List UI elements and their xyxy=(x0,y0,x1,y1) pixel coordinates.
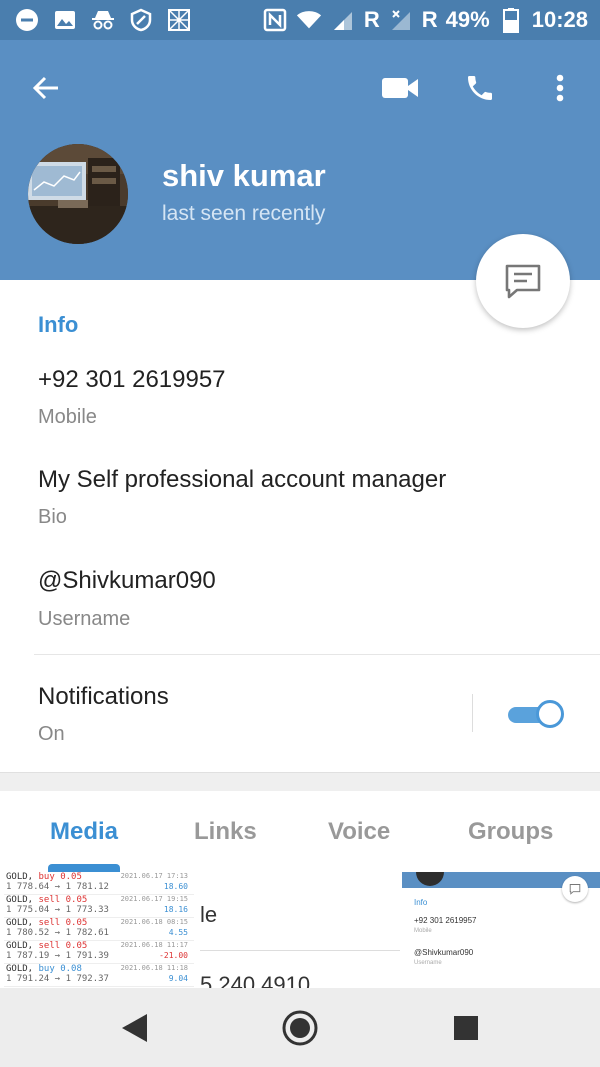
square-recents-icon xyxy=(454,1016,478,1040)
tab-groups[interactable]: Groups xyxy=(468,818,553,846)
circle-home-icon xyxy=(282,1010,318,1046)
nav-recents-button[interactable] xyxy=(446,1008,486,1048)
gallery-icon xyxy=(52,7,78,33)
incognito-icon xyxy=(90,7,116,33)
video-call-button[interactable] xyxy=(378,68,422,108)
shared-media-tabs: Media Links Voice Groups xyxy=(0,792,600,872)
bio-label: Bio xyxy=(38,506,67,528)
media-grid: GOLD, buy 0.05 1 778.64 → 1 781.12 2021.… xyxy=(0,872,600,988)
notifications-state: On xyxy=(38,723,65,745)
notifications-toggle[interactable] xyxy=(508,700,564,728)
notifications-label[interactable]: Notifications xyxy=(38,683,169,711)
send-message-button[interactable] xyxy=(476,234,570,328)
phone-number[interactable]: +92 301 2619957 xyxy=(38,366,226,394)
no-signal-icon xyxy=(388,7,414,33)
username-label: Username xyxy=(38,608,131,630)
profile-name: shiv kumar xyxy=(162,158,326,193)
signal-icon xyxy=(330,7,356,33)
tab-links[interactable]: Links xyxy=(194,818,257,846)
arrow-left-icon xyxy=(32,76,58,100)
status-icons-right: R R 49% 10:28 xyxy=(262,6,588,34)
back-button[interactable] xyxy=(26,68,66,108)
data-saver-icon xyxy=(128,7,154,33)
bio-text[interactable]: My Self professional account manager xyxy=(38,466,446,494)
do-not-disturb-icon xyxy=(14,7,40,33)
last-seen-status: last seen recently xyxy=(162,202,326,225)
active-tab-indicator xyxy=(48,864,120,872)
voice-call-button[interactable] xyxy=(458,68,502,108)
status-icons-left xyxy=(14,6,192,34)
tab-voice[interactable]: Voice xyxy=(328,818,390,846)
username[interactable]: @Shivkumar090 xyxy=(38,567,216,595)
battery-percent: 49% xyxy=(445,7,490,32)
trade-row: GOLD, sell 0.05 1 787.19 → 1 791.39 2021… xyxy=(4,941,194,964)
phone-icon xyxy=(468,76,492,100)
avatar[interactable] xyxy=(28,144,128,244)
system-navigation-bar xyxy=(0,988,600,1067)
roaming-indicator-2: R xyxy=(421,7,438,32)
more-options-button[interactable] xyxy=(538,68,582,108)
more-vertical-icon xyxy=(556,74,564,102)
vertical-divider xyxy=(472,694,473,732)
message-icon xyxy=(562,876,588,902)
section-separator xyxy=(0,772,600,791)
divider xyxy=(34,654,600,655)
toggle-knob xyxy=(536,700,564,728)
triangle-back-icon xyxy=(122,1014,147,1042)
trade-row: GOLD, sell 0.05 1 775.04 → 1 773.33 2021… xyxy=(4,895,194,918)
media-thumbnail-profile-crop[interactable]: le 5 240 4910 xyxy=(200,872,400,988)
media-thumbnail-trades[interactable]: GOLD, buy 0.05 1 778.64 → 1 781.12 2021.… xyxy=(0,872,200,988)
app-notification-icon xyxy=(166,7,192,33)
trade-row: GOLD, sell 0.05 1 780.52 → 1 782.61 2021… xyxy=(4,918,194,941)
battery-icon xyxy=(498,7,524,33)
status-bar: R R 49% 10:28 xyxy=(0,0,600,40)
nfc-icon xyxy=(262,7,288,33)
roaming-indicator: R xyxy=(363,7,380,32)
clock: 10:28 xyxy=(531,7,588,32)
nav-home-button[interactable] xyxy=(280,1008,320,1048)
trade-row: GOLD, buy 0.05 1 778.64 → 1 781.12 2021.… xyxy=(4,872,194,895)
avatar-image xyxy=(28,144,128,244)
info-section-title: Info xyxy=(38,312,79,337)
phone-label: Mobile xyxy=(38,406,97,428)
tab-media[interactable]: Media xyxy=(50,818,118,846)
message-icon xyxy=(505,264,541,299)
video-camera-icon xyxy=(382,78,418,98)
wifi-icon xyxy=(296,7,322,33)
trade-row: GOLD, buy 0.08 1 791.24 → 1 792.37 2021.… xyxy=(4,964,194,987)
nav-back-button[interactable] xyxy=(114,1008,154,1048)
media-thumbnail-profile-screenshot[interactable]: Info +92 301 2619957 Mobile @Shivkumar09… xyxy=(402,872,600,988)
